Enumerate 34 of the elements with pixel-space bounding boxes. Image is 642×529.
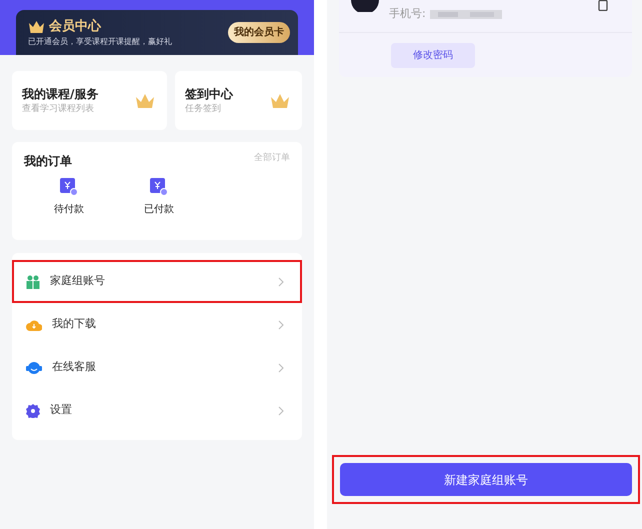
- trash-icon[interactable]: [598, 0, 608, 11]
- headset-icon: [26, 360, 42, 374]
- member-card-button[interactable]: 我的会员卡: [228, 22, 290, 43]
- shortcut-title: 我的课程/服务: [22, 86, 98, 103]
- cloud-download-icon: [26, 318, 42, 330]
- crown-icon: [270, 92, 290, 108]
- avatar-icon: [351, 0, 379, 12]
- menu-item[interactable]: 在线客服: [12, 346, 302, 389]
- order-status-item[interactable]: 待付款: [54, 178, 84, 217]
- menu-item[interactable]: 设置: [12, 389, 302, 432]
- change-password-button[interactable]: 修改密码: [391, 43, 475, 68]
- member-title: 会员中心: [49, 18, 101, 36]
- member-subtitle: 已开通会员，享受课程开课提醒，赢好礼: [28, 36, 172, 48]
- orders-title: 我的订单: [24, 153, 72, 170]
- menu-item[interactable]: 我的下载: [12, 303, 302, 346]
- chevron-right-icon: [278, 276, 284, 286]
- menu-item[interactable]: 家庭组账号: [12, 260, 302, 303]
- payment-icon: [150, 178, 168, 196]
- crown-icon: [135, 92, 156, 108]
- order-status-item[interactable]: 已付款: [144, 178, 174, 217]
- people-icon: [26, 274, 40, 288]
- create-family-account-button[interactable]: 新建家庭组账号: [340, 463, 632, 496]
- chevron-right-icon: [278, 362, 284, 372]
- chevron-right-icon: [278, 406, 284, 416]
- settings-icon: [26, 404, 40, 418]
- crown-icon: [28, 20, 45, 34]
- shortcut-title: 签到中心: [185, 86, 234, 103]
- chevron-right-icon: [278, 320, 284, 330]
- payment-icon: [60, 178, 78, 196]
- shortcut-subtitle: 任务签到: [185, 102, 222, 116]
- shortcut-subtitle: 查看学习课程列表: [22, 102, 95, 116]
- shortcut-card[interactable]: 签到中心 任务签到: [175, 71, 302, 130]
- shortcut-card[interactable]: 我的课程/服务 查看学习课程列表: [12, 71, 168, 130]
- phone-label: 手机号:: [389, 6, 426, 22]
